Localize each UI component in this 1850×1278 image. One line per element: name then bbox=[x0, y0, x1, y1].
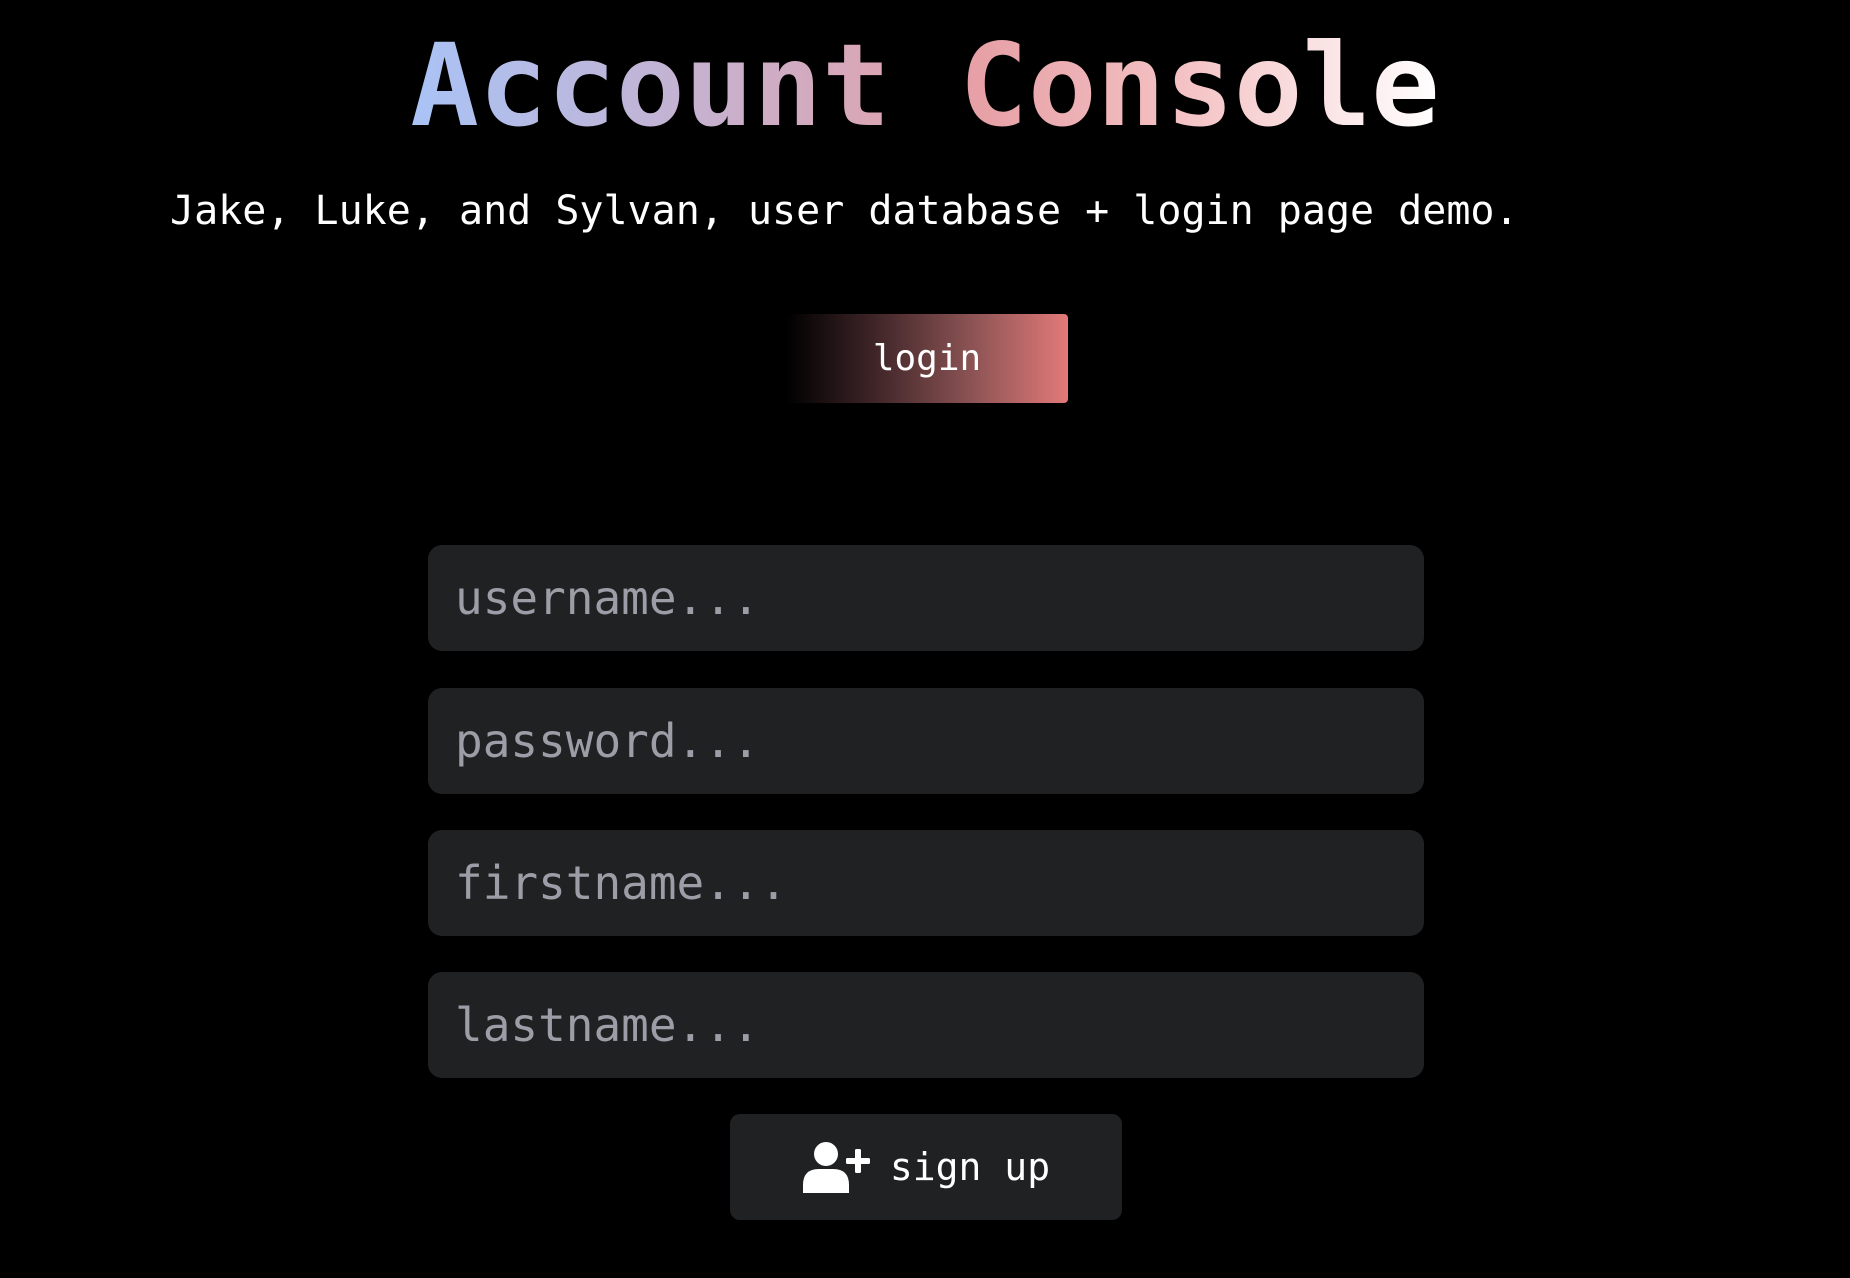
lastname-input[interactable] bbox=[428, 972, 1424, 1078]
page-title-text: Account Console bbox=[410, 19, 1440, 152]
username-input[interactable] bbox=[428, 545, 1424, 651]
login-page: Account Console Jake, Luke, and Sylvan, … bbox=[0, 0, 1850, 1278]
page-subtitle: Jake, Luke, and Sylvan, user database + … bbox=[170, 188, 1519, 234]
signup-button-label: sign up bbox=[889, 1145, 1051, 1189]
user-plus-icon bbox=[802, 1141, 870, 1193]
login-button[interactable]: login bbox=[786, 314, 1068, 403]
password-input[interactable] bbox=[428, 688, 1424, 794]
firstname-input[interactable] bbox=[428, 830, 1424, 936]
page-title: Account Console bbox=[0, 16, 1850, 156]
signup-button[interactable]: sign up bbox=[730, 1114, 1122, 1220]
